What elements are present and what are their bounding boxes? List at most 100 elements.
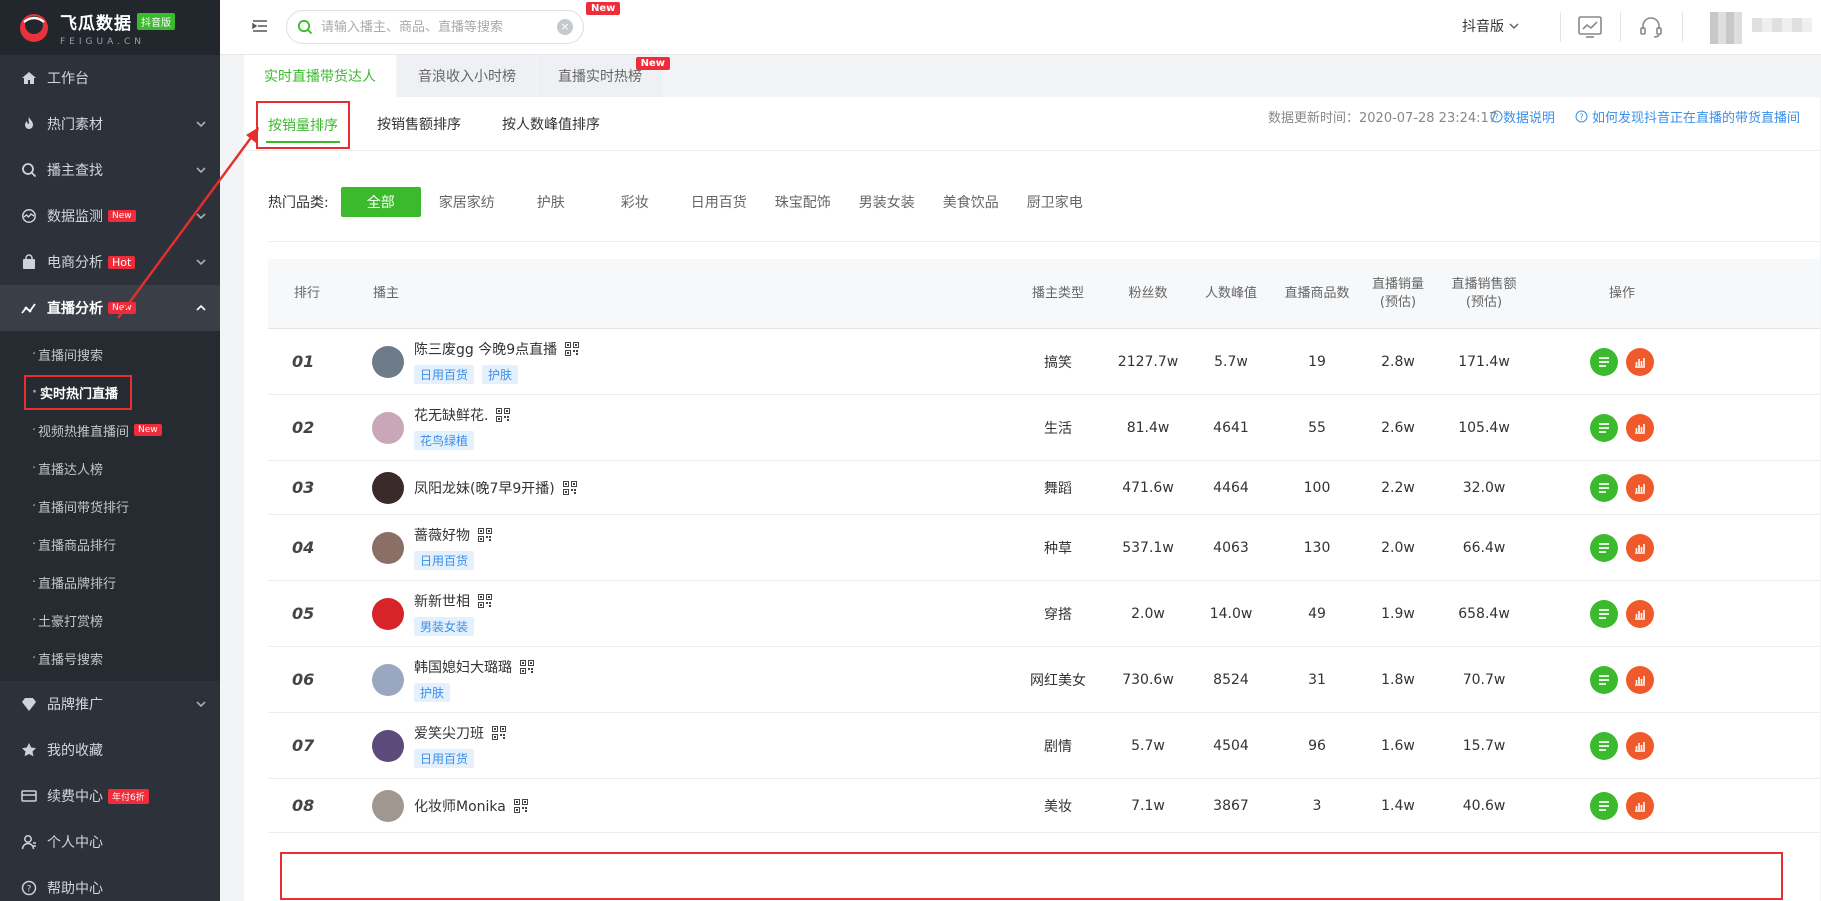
chevron-down-icon[interactable] xyxy=(194,163,208,177)
ranking-tab-1[interactable]: 音浪收入小时榜 xyxy=(398,55,536,97)
table-row[interactable]: 08 化妆师Monika 美妆 7.1w 3867 3 1.4w 40.6w xyxy=(268,779,1820,833)
sidebar-item-top-4[interactable]: 电商分析 Hot xyxy=(0,239,220,285)
avatar[interactable] xyxy=(372,597,404,630)
detail-list-button[interactable] xyxy=(1590,473,1618,502)
anchor-cell[interactable]: 化妆师Monika xyxy=(372,779,992,832)
category-tag[interactable]: 日用百货 xyxy=(414,749,475,768)
chevron-down-icon[interactable] xyxy=(194,255,208,269)
anchor-name[interactable]: 陈三废gg 今晚9点直播 xyxy=(414,339,557,359)
version-selector[interactable]: 抖音版 xyxy=(1462,16,1520,36)
anchor-name[interactable]: 花无缺鲜花. xyxy=(414,405,488,425)
sidebar-item-top-1[interactable]: 热门素材 xyxy=(0,101,220,147)
detail-list-button[interactable] xyxy=(1590,731,1618,760)
sidebar-item-bottom-1[interactable]: 我的收藏 xyxy=(0,727,220,773)
table-row[interactable]: 01 陈三废gg 今晚9点直播 日用百货 护肤 搞笑 2127.7w 5.7w 19 2.8w 1… xyxy=(268,329,1820,395)
category-7[interactable]: 美食饮品 xyxy=(929,187,1013,217)
category-2[interactable]: 护肤 xyxy=(509,187,593,217)
sidebar-item-bottom-3[interactable]: 个人中心 xyxy=(0,819,220,865)
anchor-cell[interactable]: 花无缺鲜花. 花鸟绿植 xyxy=(372,395,992,460)
search-box[interactable]: × xyxy=(286,10,584,44)
sidebar-subitem-0[interactable]: 直播间搜索 xyxy=(0,335,220,373)
sidebar-subitem-8[interactable]: 直播号搜索 xyxy=(0,639,220,677)
analysis-chart-button[interactable] xyxy=(1626,599,1654,628)
avatar[interactable] xyxy=(372,471,404,504)
analysis-chart-button[interactable] xyxy=(1626,533,1654,562)
sidebar-item-top-3[interactable]: 数据监测 New xyxy=(0,193,220,239)
anchor-name[interactable]: 韩国媳妇大璐璐 xyxy=(414,657,512,677)
headset-service-icon[interactable] xyxy=(1638,14,1664,40)
detail-list-button[interactable] xyxy=(1590,533,1618,562)
analysis-chart-button[interactable] xyxy=(1626,731,1654,760)
detail-list-button[interactable] xyxy=(1590,347,1618,376)
sidebar-item-bottom-2[interactable]: 续费中心 年付6折 xyxy=(0,773,220,819)
anchor-name[interactable]: 蔷薇好物 xyxy=(414,525,470,545)
category-tag[interactable]: 日用百货 xyxy=(414,551,475,570)
qr-code-icon[interactable] xyxy=(565,342,580,356)
detail-list-button[interactable] xyxy=(1590,665,1618,694)
how-to-find-live-link[interactable]: ? 如何发现抖音正在直播的带货直播间 xyxy=(1575,107,1800,126)
table-row[interactable]: 02 花无缺鲜花. 花鸟绿植 生活 81.4w 4641 55 2.6w 105.4w xyxy=(268,395,1820,461)
category-5[interactable]: 珠宝配饰 xyxy=(761,187,845,217)
anchor-name[interactable]: 化妆师Monika xyxy=(414,796,506,816)
category-8[interactable]: 厨卫家电 xyxy=(1013,187,1097,217)
avatar[interactable] xyxy=(372,789,404,822)
chevron-up-icon[interactable] xyxy=(194,301,208,315)
table-row[interactable]: 07 爱笑尖刀班 日用百货 剧情 5.7w 4504 96 1.6w 15.7w xyxy=(268,713,1820,779)
sidebar-item-top-0[interactable]: 工作台 xyxy=(0,55,220,101)
sidebar-item-top-5[interactable]: 直播分析 New xyxy=(0,285,220,331)
sidebar-item-bottom-4[interactable]: ? 帮助中心 xyxy=(0,865,220,901)
table-row[interactable]: 06 韩国媳妇大璐璐 护肤 网红美女 730.6w 8524 31 1.8w 70.7w xyxy=(268,647,1820,713)
ranking-tab-0[interactable]: 实时直播带货达人 xyxy=(244,55,396,97)
avatar[interactable] xyxy=(372,531,404,564)
anchor-name[interactable]: 新新世相 xyxy=(414,591,470,611)
sidebar-subitem-1[interactable]: 实时热门直播 xyxy=(0,373,220,411)
category-3[interactable]: 彩妆 xyxy=(593,187,677,217)
anchor-name[interactable]: 爱笑尖刀班 xyxy=(414,723,484,743)
qr-code-icon[interactable] xyxy=(492,726,506,740)
qr-code-icon[interactable] xyxy=(478,528,492,542)
sidebar-subitem-3[interactable]: 直播达人榜 xyxy=(0,449,220,487)
table-row[interactable]: 03 凤阳龙妹(晚7早9开播) 舞蹈 471.6w 4464 100 2.2w 32.0w xyxy=(268,461,1820,515)
detail-list-button[interactable] xyxy=(1590,791,1618,820)
anchor-cell[interactable]: 蔷薇好物 日用百货 xyxy=(372,515,992,580)
data-help-link[interactable]: ? 数据说明 xyxy=(1490,107,1555,126)
chevron-down-icon[interactable] xyxy=(194,117,208,131)
category-4[interactable]: 日用百货 xyxy=(677,187,761,217)
analysis-chart-button[interactable] xyxy=(1626,413,1654,442)
sidebar-subitem-2[interactable]: 视频热推直播间 New xyxy=(0,411,220,449)
avatar[interactable] xyxy=(372,345,404,378)
chevron-down-icon[interactable] xyxy=(194,209,208,223)
anchor-cell[interactable]: 爱笑尖刀班 日用百货 xyxy=(372,713,992,778)
detail-list-button[interactable] xyxy=(1590,599,1618,628)
category-tag[interactable]: 男装女装 xyxy=(414,617,475,636)
sidebar-subitem-4[interactable]: 直播间带货排行 xyxy=(0,487,220,525)
table-row[interactable]: 05 新新世相 男装女装 穿搭 2.0w 14.0w 49 1.9w 658.4w xyxy=(268,581,1820,647)
category-tag[interactable]: 护肤 xyxy=(414,683,451,702)
analysis-chart-button[interactable] xyxy=(1626,473,1654,502)
qr-code-icon[interactable] xyxy=(478,594,492,608)
avatar[interactable] xyxy=(372,663,404,696)
analysis-chart-button[interactable] xyxy=(1626,791,1654,820)
sidebar-item-top-2[interactable]: 播主查找 xyxy=(0,147,220,193)
qr-code-icon[interactable] xyxy=(520,660,534,674)
sidebar-item-bottom-0[interactable]: 品牌推广 xyxy=(0,681,220,727)
ranking-tab-2[interactable]: 直播实时热榜 New xyxy=(538,55,670,97)
sidebar-subitem-5[interactable]: 直播商品排行 xyxy=(0,525,220,563)
user-name-blurred[interactable] xyxy=(1752,18,1812,32)
anchor-cell[interactable]: 凤阳龙妹(晚7早9开播) xyxy=(372,461,992,514)
user-avatar[interactable] xyxy=(1710,12,1742,44)
data-chart-icon[interactable] xyxy=(1577,14,1603,40)
sort-tab-by-peak[interactable]: 按人数峰值排序 xyxy=(502,97,600,151)
category-tag[interactable]: 护肤 xyxy=(482,365,519,384)
menu-collapse-icon[interactable] xyxy=(252,18,268,34)
anchor-cell[interactable]: 陈三废gg 今晚9点直播 日用百货 护肤 xyxy=(372,329,992,394)
category-1[interactable]: 家居家纺 xyxy=(425,187,509,217)
sort-tab-by-sales[interactable]: 按销量排序 xyxy=(256,101,350,149)
category-6[interactable]: 男装女装 xyxy=(845,187,929,217)
anchor-name[interactable]: 凤阳龙妹(晚7早9开播) xyxy=(414,478,555,498)
category-0[interactable]: 全部 xyxy=(340,187,421,217)
anchor-cell[interactable]: 新新世相 男装女装 xyxy=(372,581,992,646)
qr-code-icon[interactable] xyxy=(513,798,528,813)
analysis-chart-button[interactable] xyxy=(1626,347,1654,376)
analysis-chart-button[interactable] xyxy=(1626,665,1654,694)
